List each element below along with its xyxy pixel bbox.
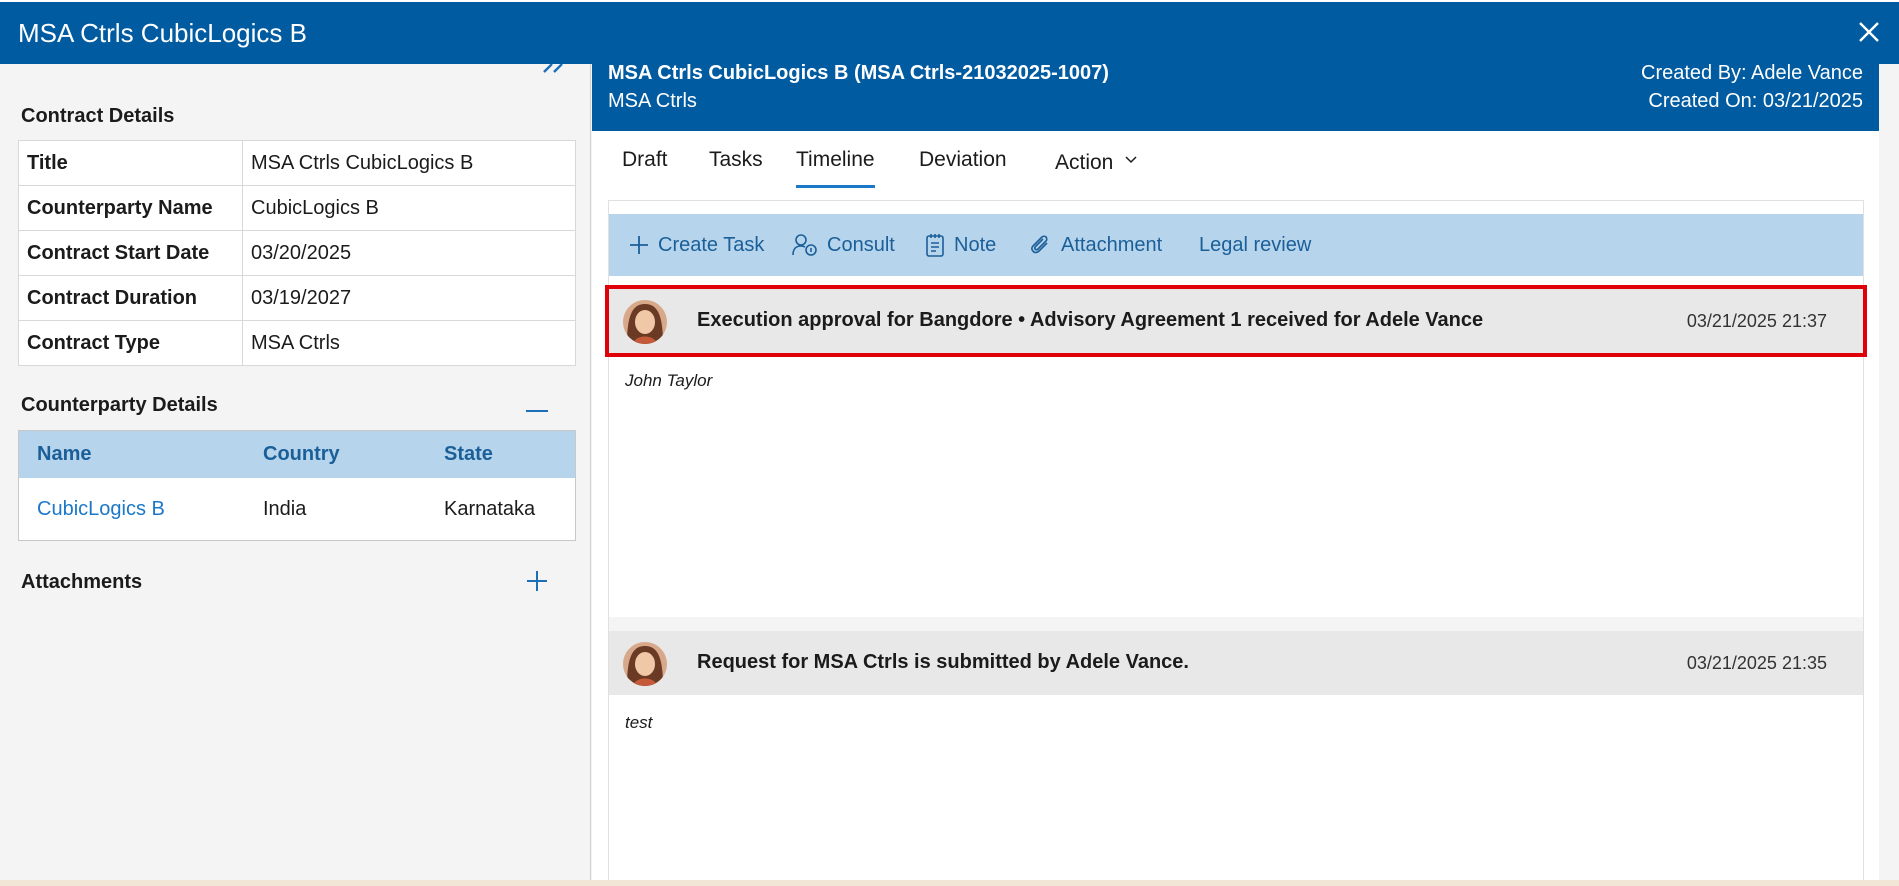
tab-deviation[interactable]: Deviation [919, 148, 1007, 188]
counterparty-state: Karnataka [444, 498, 536, 520]
tab-bar: Draft Tasks Timeline Deviation Action [592, 148, 1879, 188]
column-header-name: Name [37, 443, 92, 465]
create-task-button[interactable]: Create Task [629, 231, 764, 259]
consult-icon [792, 234, 817, 256]
note-label: Note [954, 233, 997, 256]
counterparty-details-title: Counterparty Details [21, 394, 218, 416]
details-key: Contract Type [18, 320, 243, 366]
counterparty-country: India [263, 498, 307, 520]
timeline-entry-note: John Taylor [625, 371, 713, 390]
details-key: Title [18, 140, 243, 186]
details-row: Counterparty Name CubicLogics B [18, 185, 576, 231]
tab-tasks[interactable]: Tasks [709, 148, 763, 188]
details-value: MSA Ctrls CubicLogics B [242, 140, 576, 186]
contract-details-title: Contract Details [21, 105, 175, 127]
collapse-counterparty-icon[interactable] [526, 400, 548, 418]
create-task-label: Create Task [658, 233, 765, 256]
timeline-panel: Create Task Consult Note Attachment Lega… [605, 200, 1867, 886]
tab-action[interactable]: Action [1055, 148, 1137, 188]
contract-details-table: Title MSA Ctrls CubicLogics B Counterpar… [18, 140, 576, 366]
details-row: Contract Type MSA Ctrls [18, 320, 576, 366]
details-row: Title MSA Ctrls CubicLogics B [18, 140, 576, 186]
counterparty-table: Name Country State CubicLogics B India K… [18, 430, 576, 541]
legal-review-label: Legal review [1199, 233, 1312, 256]
plus-icon [630, 236, 648, 254]
details-value: CubicLogics B [242, 185, 576, 231]
details-row: Contract Duration 03/19/2027 [18, 275, 576, 321]
contract-main-pane: MSA Ctrls CubicLogics B (MSA Ctrls-21032… [592, 62, 1879, 886]
taskbar-strip [0, 880, 1899, 886]
contract-type: MSA Ctrls [608, 90, 697, 112]
timeline-entry-title: Execution approval for Bangdore • Adviso… [697, 309, 1484, 331]
tab-action-label: Action [1055, 151, 1114, 174]
tab-timeline[interactable]: Timeline [796, 148, 875, 188]
column-header-state: State [444, 443, 493, 465]
timeline-entry-time: 03/21/2025 21:37 [1686, 311, 1827, 331]
details-value: MSA Ctrls [242, 320, 576, 366]
paperclip-icon [1031, 235, 1048, 254]
details-value: 03/19/2027 [242, 275, 576, 321]
details-value: 03/20/2025 [242, 230, 576, 276]
timeline-entry-note: test [625, 713, 653, 732]
details-key: Contract Start Date [18, 230, 243, 276]
close-icon[interactable] [1855, 18, 1883, 46]
details-key: Contract Duration [18, 275, 243, 321]
timeline-entry-title: Request for MSA Ctrls is submitted by Ad… [697, 651, 1189, 673]
contract-header: MSA Ctrls CubicLogics B (MSA Ctrls-21032… [592, 62, 1879, 131]
collapse-pane-icon[interactable] [538, 63, 568, 78]
legal-review-button[interactable]: Legal review [1199, 231, 1311, 259]
avatar [623, 642, 667, 686]
attachment-label: Attachment [1061, 233, 1163, 256]
details-key: Counterparty Name [18, 185, 243, 231]
consult-label: Consult [827, 233, 895, 256]
column-header-country: Country [263, 443, 340, 465]
timeline-entry-header[interactable]: Request for MSA Ctrls is submitted by Ad… [609, 631, 1863, 695]
note-button[interactable]: Note [925, 231, 996, 259]
counterparty-table-header: Name Country State [19, 431, 575, 478]
timeline-toolbar: Create Task Consult Note Attachment Lega… [609, 214, 1863, 276]
tab-draft[interactable]: Draft [622, 148, 668, 188]
window-title: MSA Ctrls CubicLogics B [18, 18, 307, 48]
note-icon [926, 234, 944, 257]
chevron-down-icon [1125, 148, 1137, 164]
contract-summary-pane: Contract Details Title MSA Ctrls CubicLo… [0, 63, 591, 880]
created-by: Created By: Adele Vance [1641, 62, 1863, 84]
contract-title: MSA Ctrls CubicLogics B (MSA Ctrls-21032… [608, 62, 1109, 84]
timeline-entry-header[interactable]: Execution approval for Bangdore • Adviso… [605, 285, 1867, 357]
created-on: Created On: 03/21/2025 [1648, 90, 1863, 112]
add-attachment-icon[interactable] [526, 570, 548, 597]
counterparty-name-link[interactable]: CubicLogics B [37, 498, 165, 521]
window-titlebar: MSA Ctrls CubicLogics B [0, 0, 1899, 64]
avatar [623, 300, 667, 344]
attachment-button[interactable]: Attachment [1030, 231, 1162, 259]
attachments-title: Attachments [21, 571, 143, 593]
details-row: Contract Start Date 03/20/2025 [18, 230, 576, 276]
table-row: CubicLogics B India Karnataka [19, 478, 575, 540]
consult-button[interactable]: Consult [792, 231, 895, 259]
timeline-separator [609, 617, 1863, 631]
timeline-entry-time: 03/21/2025 21:35 [1686, 653, 1827, 673]
